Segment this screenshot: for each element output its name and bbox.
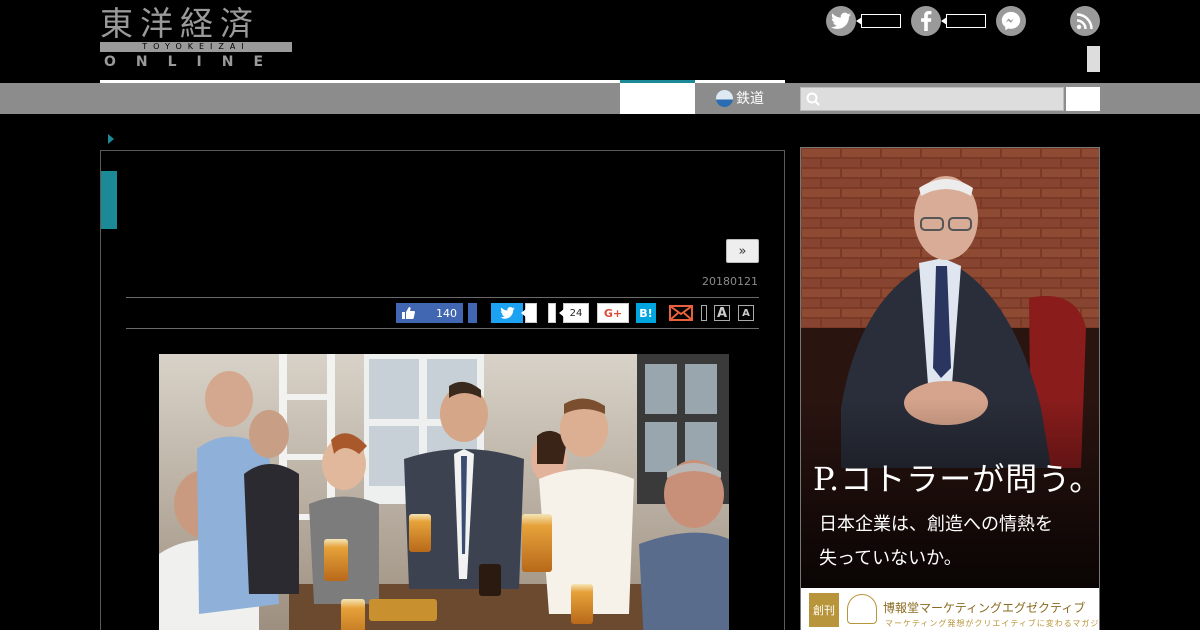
messenger-icon <box>1001 11 1021 31</box>
ad-emblem-icon <box>847 594 877 624</box>
breadcrumb-arrow-icon <box>108 134 114 144</box>
thumbs-up-icon <box>402 307 415 319</box>
tweet-button[interactable] <box>491 303 523 323</box>
facebook-like-count <box>941 14 986 28</box>
next-page-button[interactable]: » <box>726 239 759 263</box>
ad-brand-name: 博報堂マーケティングエグゼクティブ <box>883 601 1086 615</box>
ad-subline-1: 日本企業は、創造への情熱を <box>819 514 1053 535</box>
search-submit-button[interactable] <box>1066 87 1100 111</box>
ad-headline: P.コトラーが問う。 <box>813 460 1100 498</box>
messenger-share-button[interactable] <box>996 6 1026 36</box>
tweet-count <box>521 303 537 323</box>
site-logo[interactable]: 東洋経済 TOYOKEIZAI ONLINE <box>100 6 294 70</box>
logo-japanese: 東洋経済 <box>100 4 260 43</box>
pocket-button[interactable] <box>548 303 556 323</box>
rss-icon <box>1076 13 1093 30</box>
logo-online: ONLINE <box>104 54 284 70</box>
hatena-bookmark-button[interactable]: B! <box>636 303 656 323</box>
sidebar-advertisement[interactable]: P.コトラーが問う。 日本企業は、創造への情熱を 失っていないか。 創刊 博報堂… <box>800 147 1100 630</box>
title-accent-bar <box>101 171 117 229</box>
share-bar: 140 24 G+ B! A A <box>101 302 786 324</box>
group-toasting-photo <box>159 354 729 630</box>
nav-item-railway-label: 鉄道 <box>736 91 764 107</box>
search-icon <box>806 92 820 106</box>
header-menu-toggle[interactable] <box>1087 46 1100 72</box>
share-bottom-divider <box>126 328 759 329</box>
share-top-divider <box>126 297 759 298</box>
twitter-follow-button[interactable] <box>826 6 856 36</box>
railway-icon <box>716 89 733 107</box>
ad-brand-tagline: マーケティング発想がクリエイティブに変わるマガジン <box>885 619 1100 628</box>
print-button[interactable] <box>701 305 707 321</box>
twitter-follow-count <box>856 14 901 28</box>
ad-subline-2: 失っていないか。 <box>819 548 962 569</box>
facebook-like-count-label: 140 <box>436 306 457 320</box>
search-input[interactable] <box>825 89 1060 109</box>
font-size-large-button[interactable]: A <box>714 305 730 321</box>
facebook-like-button[interactable]: 140 <box>396 303 463 323</box>
twitter-icon <box>831 12 851 29</box>
facebook-like-page-button[interactable] <box>911 6 941 36</box>
twitter-icon <box>499 307 515 319</box>
google-plus-button[interactable]: G+ <box>597 303 629 323</box>
pocket-count: 24 <box>559 303 589 323</box>
article-main-photo <box>159 354 729 630</box>
mail-icon[interactable] <box>669 305 693 321</box>
article-date: 20180121 <box>702 275 758 288</box>
nav-item-railway[interactable]: 鉄道 <box>696 86 790 110</box>
facebook-icon <box>921 11 932 31</box>
page: 東洋経済 TOYOKEIZAI ONLINE 鉄道 » 20180121 140… <box>0 0 1200 630</box>
search-box <box>800 87 1064 111</box>
rss-feed-button[interactable] <box>1070 6 1100 36</box>
ad-launch-tag: 創刊 <box>809 593 839 627</box>
nav-tab-active[interactable] <box>620 80 695 114</box>
facebook-share-button[interactable] <box>468 303 477 323</box>
article-panel: » 20180121 140 24 G+ B! A A <box>100 150 785 630</box>
font-size-small-button[interactable]: A <box>738 305 754 321</box>
logo-romaji: TOYOKEIZAI <box>100 42 292 52</box>
